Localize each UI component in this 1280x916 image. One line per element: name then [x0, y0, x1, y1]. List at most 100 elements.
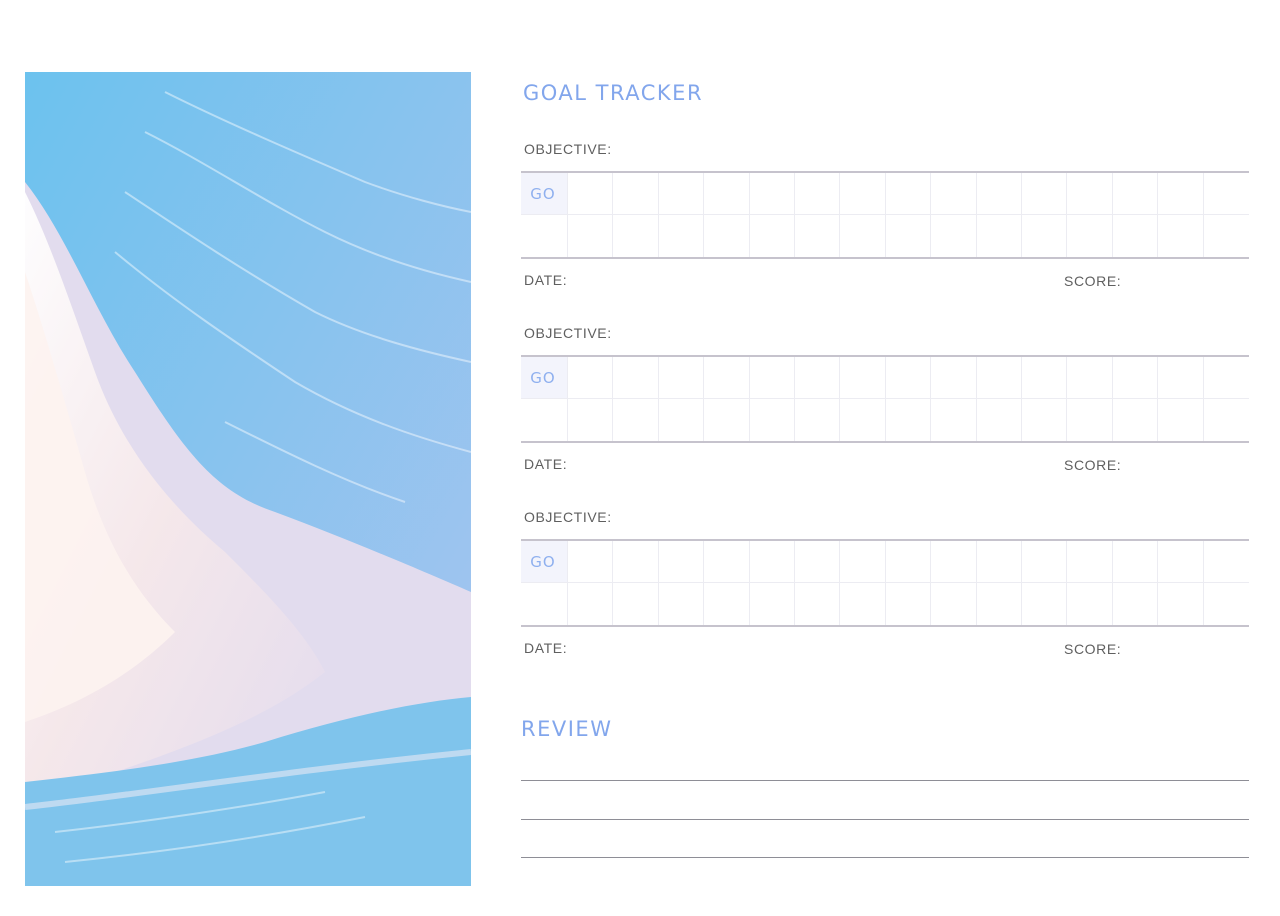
- tracker-cell[interactable]: [1022, 541, 1068, 583]
- tracker-cell[interactable]: [1113, 399, 1159, 441]
- tracker-cell[interactable]: [795, 541, 841, 583]
- tracker-cell[interactable]: [613, 173, 659, 215]
- date-label: DATE:: [524, 272, 568, 288]
- tracker-cell[interactable]: [750, 583, 795, 625]
- tracker-cell[interactable]: [521, 215, 568, 257]
- tracker-cell[interactable]: [840, 583, 886, 625]
- tracker-cell[interactable]: [658, 173, 705, 215]
- tracker-cell[interactable]: [1112, 357, 1159, 399]
- tracker-cell[interactable]: [750, 215, 795, 257]
- tracker-cell[interactable]: [931, 215, 977, 257]
- date-label: DATE:: [524, 456, 568, 472]
- tracker-cell[interactable]: [840, 399, 886, 441]
- tracker-cell[interactable]: [659, 215, 705, 257]
- tracker-cell[interactable]: [931, 173, 977, 215]
- tracker-cell[interactable]: [840, 541, 886, 583]
- tracker-cell[interactable]: [885, 541, 932, 583]
- tracker-cell[interactable]: [976, 173, 1022, 215]
- tracker-cell[interactable]: [613, 399, 659, 441]
- tracker-cell[interactable]: [795, 173, 841, 215]
- tracker-cell[interactable]: [977, 399, 1022, 441]
- tracker-cell[interactable]: [795, 357, 841, 399]
- tracker-cell[interactable]: [885, 173, 932, 215]
- tracker-cell[interactable]: [886, 399, 932, 441]
- tracker-cell[interactable]: [613, 357, 659, 399]
- tracker-cell[interactable]: [1067, 173, 1113, 215]
- tracker-cell[interactable]: [1022, 173, 1068, 215]
- tracker-cell[interactable]: [1067, 215, 1113, 257]
- tracker-cell[interactable]: [1067, 583, 1113, 625]
- tracker-cell[interactable]: [658, 541, 705, 583]
- tracker-cell[interactable]: [977, 583, 1022, 625]
- tracker-cell[interactable]: [1067, 399, 1113, 441]
- tracker-cell[interactable]: [1158, 541, 1204, 583]
- tracker-cell[interactable]: [931, 399, 977, 441]
- tracker-cell[interactable]: [568, 583, 614, 625]
- tracker-cell[interactable]: [749, 541, 795, 583]
- go-label: GO: [521, 541, 568, 583]
- tracker-cell[interactable]: [1203, 357, 1249, 399]
- tracker-cell[interactable]: [1158, 215, 1204, 257]
- tracker-cell[interactable]: [1158, 399, 1204, 441]
- tracker-cell[interactable]: [749, 173, 795, 215]
- tracker-cell[interactable]: [613, 583, 659, 625]
- tracker-cell[interactable]: [1204, 583, 1249, 625]
- tracker-cell[interactable]: [1022, 357, 1068, 399]
- tracker-cell[interactable]: [704, 541, 750, 583]
- tracker-cell[interactable]: [568, 173, 614, 215]
- tracker-cell[interactable]: [1067, 357, 1113, 399]
- score-label: SCORE:: [1064, 273, 1122, 289]
- tracker-cell[interactable]: [795, 215, 841, 257]
- tracker-cell[interactable]: [1203, 173, 1249, 215]
- tracker-cell[interactable]: [1113, 583, 1159, 625]
- tracker-cell[interactable]: [613, 541, 659, 583]
- tracker-cell[interactable]: [885, 357, 932, 399]
- tracker-cell[interactable]: [1112, 173, 1159, 215]
- tracker-cell[interactable]: [704, 399, 750, 441]
- tracker-cell[interactable]: [568, 215, 614, 257]
- tracker-cell[interactable]: [1022, 215, 1068, 257]
- tracker-cell[interactable]: [886, 583, 932, 625]
- tracker-cell[interactable]: [840, 173, 886, 215]
- tracker-cell[interactable]: [613, 215, 659, 257]
- tracker-cell[interactable]: [704, 215, 750, 257]
- tracker-cell[interactable]: [704, 357, 750, 399]
- tracker-cell[interactable]: [931, 357, 977, 399]
- tracker-cell[interactable]: [750, 399, 795, 441]
- tracker-cell[interactable]: [659, 583, 705, 625]
- tracker-cell[interactable]: [1112, 541, 1159, 583]
- tracker-cell[interactable]: [1158, 173, 1204, 215]
- tracker-cell[interactable]: [568, 357, 614, 399]
- tracker-cell[interactable]: [659, 399, 705, 441]
- tracker-cell[interactable]: [568, 399, 614, 441]
- tracker-cell[interactable]: [1022, 399, 1068, 441]
- tracker-cell[interactable]: [1022, 583, 1068, 625]
- tracker-cell[interactable]: [1113, 215, 1159, 257]
- tracker-cell[interactable]: [795, 583, 841, 625]
- tracker-cell[interactable]: [521, 399, 568, 441]
- tracker-cell[interactable]: [840, 215, 886, 257]
- tracker-cell[interactable]: [521, 583, 568, 625]
- review-writing-line[interactable]: [521, 819, 1249, 820]
- tracker-cell[interactable]: [977, 215, 1022, 257]
- tracker-cell[interactable]: [1067, 541, 1113, 583]
- tracker-cell[interactable]: [976, 357, 1022, 399]
- review-writing-line[interactable]: [521, 780, 1249, 781]
- tracker-cell[interactable]: [1158, 583, 1204, 625]
- tracker-cell[interactable]: [931, 541, 977, 583]
- tracker-cell[interactable]: [1204, 399, 1249, 441]
- review-writing-line[interactable]: [521, 857, 1249, 858]
- tracker-cell[interactable]: [704, 173, 750, 215]
- tracker-cell[interactable]: [976, 541, 1022, 583]
- tracker-cell[interactable]: [568, 541, 614, 583]
- tracker-cell[interactable]: [931, 583, 977, 625]
- tracker-cell[interactable]: [1204, 215, 1249, 257]
- tracker-cell[interactable]: [795, 399, 841, 441]
- tracker-cell[interactable]: [886, 215, 932, 257]
- tracker-cell[interactable]: [704, 583, 750, 625]
- tracker-cell[interactable]: [749, 357, 795, 399]
- tracker-cell[interactable]: [658, 357, 705, 399]
- tracker-cell[interactable]: [1203, 541, 1249, 583]
- tracker-cell[interactable]: [840, 357, 886, 399]
- tracker-cell[interactable]: [1158, 357, 1204, 399]
